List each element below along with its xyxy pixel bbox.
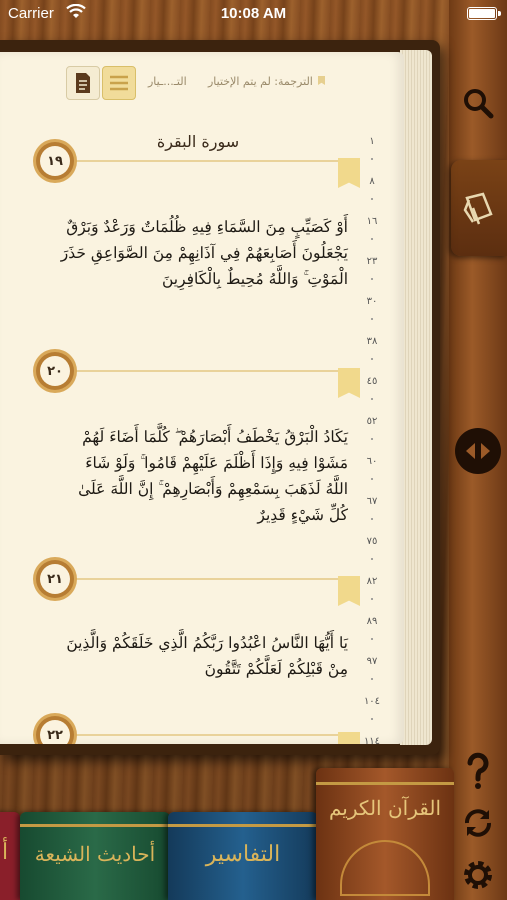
help-button[interactable] bbox=[455, 748, 501, 794]
tafsir-selector[interactable]: التـ...ـيار bbox=[148, 75, 187, 88]
shelf-book-title: القرآن الكريم bbox=[328, 796, 441, 820]
search-button[interactable] bbox=[455, 80, 501, 126]
ruler-number: ٢٣ bbox=[366, 256, 378, 267]
verse-number: ١٩ bbox=[40, 146, 70, 176]
gear-icon bbox=[464, 861, 492, 889]
verse-number-marker[interactable]: ٢١ bbox=[30, 554, 80, 604]
ornament-icon bbox=[340, 840, 430, 896]
navigate-button[interactable] bbox=[455, 428, 501, 474]
ruler-number: ١٦ bbox=[366, 216, 378, 227]
ruler-dot bbox=[371, 318, 373, 320]
ruler-dot bbox=[371, 238, 373, 240]
verse-number: ٢٢ bbox=[40, 720, 70, 744]
book-band bbox=[20, 824, 170, 827]
bookmarks-tab[interactable] bbox=[451, 160, 507, 256]
ruler-number: ١٠٤ bbox=[363, 696, 381, 707]
verse-number-marker[interactable]: ١٩ bbox=[30, 136, 80, 186]
ruler-dot bbox=[371, 518, 373, 520]
question-mark-icon bbox=[467, 752, 489, 789]
ahadith-book[interactable]: أحاديث الشيعة bbox=[20, 812, 170, 900]
page-edges bbox=[400, 50, 432, 745]
status-bar: Carrier 10:08 AM bbox=[0, 0, 507, 28]
ruler-dot bbox=[371, 358, 373, 360]
ruler-number: ٦٠ bbox=[366, 456, 378, 467]
ruler-dot bbox=[371, 438, 373, 440]
sync-button[interactable] bbox=[455, 800, 501, 846]
shelf-book-partial[interactable]: أ bbox=[0, 812, 20, 900]
shelf-book-title: أحاديث الشيعة bbox=[34, 842, 156, 866]
ruler-number: ٣٠ bbox=[366, 296, 378, 307]
quran-reader: التـ...ـيار الترجمة: لم يتم الإختيار سور… bbox=[0, 40, 440, 755]
ruler-number: ٥٢ bbox=[366, 416, 378, 427]
ruler-dot bbox=[371, 678, 373, 680]
verse-text[interactable]: يَا أَيُّهَا النَّاسُ اعْبُدُوا رَبَّكُم… bbox=[58, 630, 348, 682]
ruler-dot bbox=[371, 198, 373, 200]
ruler-dot bbox=[371, 558, 373, 560]
surah-title: سورة البقرة bbox=[156, 132, 240, 151]
ruler-dot bbox=[371, 398, 373, 400]
ruler-dot bbox=[371, 598, 373, 600]
settings-button[interactable] bbox=[455, 852, 501, 898]
ruler-number: ٤٥ bbox=[366, 376, 378, 387]
verse-number-marker[interactable]: ٢٢ bbox=[30, 710, 80, 744]
search-icon bbox=[464, 89, 494, 119]
tafasir-book[interactable]: التفاسير bbox=[168, 812, 318, 900]
verse-number: ٢٠ bbox=[40, 356, 70, 386]
shelf-book-title: أ bbox=[1, 840, 9, 865]
verse-bookmark[interactable] bbox=[338, 732, 360, 744]
ruler-number: ٣٨ bbox=[366, 336, 378, 347]
ruler-number: ١ bbox=[369, 136, 375, 147]
document-icon bbox=[76, 73, 90, 93]
battery-icon bbox=[467, 7, 501, 20]
verse-separator bbox=[70, 734, 360, 736]
verse-separator bbox=[70, 160, 360, 162]
ruler-number: ٩٧ bbox=[366, 656, 378, 667]
shelf-book-title: التفاسير bbox=[205, 842, 281, 867]
verse-bookmark[interactable] bbox=[338, 368, 360, 398]
ruler-dot bbox=[371, 718, 373, 720]
reader-page[interactable]: التـ...ـيار الترجمة: لم يتم الإختيار سور… bbox=[0, 52, 404, 744]
ruler-dot bbox=[371, 278, 373, 280]
verse-separator bbox=[70, 370, 360, 372]
page-ruler[interactable]: ١ ٨ ١٦ ٢٣ ٣٠ ٣٨ ٤٥ ٥٢ ٦٠ ٦٧ ٧٥ ٨٢ ٨٩ ٩٧ … bbox=[362, 136, 382, 744]
clock: 10:08 AM bbox=[220, 5, 287, 22]
right-toolbar bbox=[449, 0, 507, 900]
translation-selector[interactable]: الترجمة: لم يتم الإختيار bbox=[208, 75, 313, 88]
ruler-number: ٨ bbox=[369, 176, 375, 187]
sync-icon bbox=[465, 809, 491, 837]
verse-bookmark[interactable] bbox=[338, 576, 360, 606]
ruler-dot bbox=[371, 158, 373, 160]
verse-number: ٢١ bbox=[40, 564, 70, 594]
verse-list-button[interactable] bbox=[102, 66, 136, 100]
verse-bookmark[interactable] bbox=[338, 158, 360, 188]
ribbon-icon bbox=[318, 76, 325, 85]
verse-separator bbox=[70, 578, 360, 580]
ruler-number: ٨٢ bbox=[366, 576, 378, 587]
reader-toolbar: التـ...ـيار الترجمة: لم يتم الإختيار bbox=[60, 60, 400, 100]
ruler-dot bbox=[371, 638, 373, 640]
verse-text[interactable]: يَكَادُ الْبَرْقُ يَخْطَفُ أَبْصَارَهُمْ… bbox=[58, 424, 348, 528]
document-button[interactable] bbox=[66, 66, 100, 100]
ruler-number: ١١٤ bbox=[363, 736, 381, 744]
quran-book[interactable]: القرآن الكريم bbox=[316, 768, 454, 900]
ruler-dot bbox=[371, 478, 373, 480]
verse-text[interactable]: أَوْ كَصَيِّبٍ مِنَ السَّمَاءِ فِيهِ ظُل… bbox=[58, 214, 348, 292]
book-band bbox=[316, 782, 454, 785]
book-band bbox=[168, 824, 318, 827]
book-bookmark-icon bbox=[463, 192, 493, 225]
verse-number-marker[interactable]: ٢٠ bbox=[30, 346, 80, 396]
left-right-arrow-icon bbox=[466, 443, 490, 459]
ruler-number: ٨٩ bbox=[366, 616, 378, 627]
ruler-number: ٦٧ bbox=[366, 496, 378, 507]
ruler-number: ٧٥ bbox=[366, 536, 378, 547]
list-icon bbox=[110, 75, 128, 91]
